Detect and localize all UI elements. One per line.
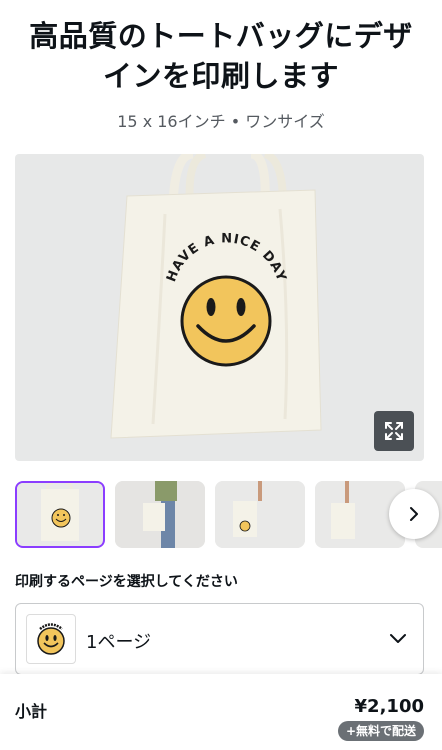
page-title: 高品質のトートバッグにデザインを印刷します xyxy=(29,19,413,93)
thumbnail-strip xyxy=(15,481,442,548)
thumbnail-model-view[interactable] xyxy=(115,481,205,548)
selected-page-value: 1ページ xyxy=(86,632,152,653)
expand-icon xyxy=(385,422,403,440)
product-size-subtitle: 15 x 16インチ • ワンサイズ xyxy=(117,112,325,131)
subtotal-label: 小計 xyxy=(15,702,48,721)
chevron-right-icon xyxy=(410,507,418,521)
expand-image-button[interactable] xyxy=(374,411,414,451)
smiley-icon xyxy=(37,623,65,655)
product-hero-image: HAVE A NICE DAY xyxy=(15,154,424,461)
thumbnail-held-view[interactable] xyxy=(215,481,305,548)
thumbnail-front-view[interactable] xyxy=(15,481,105,548)
page-select-dropdown[interactable]: 1ページ xyxy=(15,603,424,675)
next-thumbnails-button[interactable] xyxy=(389,489,439,539)
free-shipping-badge: +無料で配送 xyxy=(337,721,424,741)
page-selection-label: 印刷するページを選択してください xyxy=(15,574,238,590)
chevron-down-icon xyxy=(390,634,406,643)
page-thumbnail xyxy=(26,614,76,664)
checkout-footer: 小計 ¥2,100 +無料で配送 xyxy=(0,674,442,750)
tote-bag-illustration: HAVE A NICE DAY xyxy=(110,154,322,439)
subtotal-price: ¥2,100 xyxy=(354,696,424,717)
